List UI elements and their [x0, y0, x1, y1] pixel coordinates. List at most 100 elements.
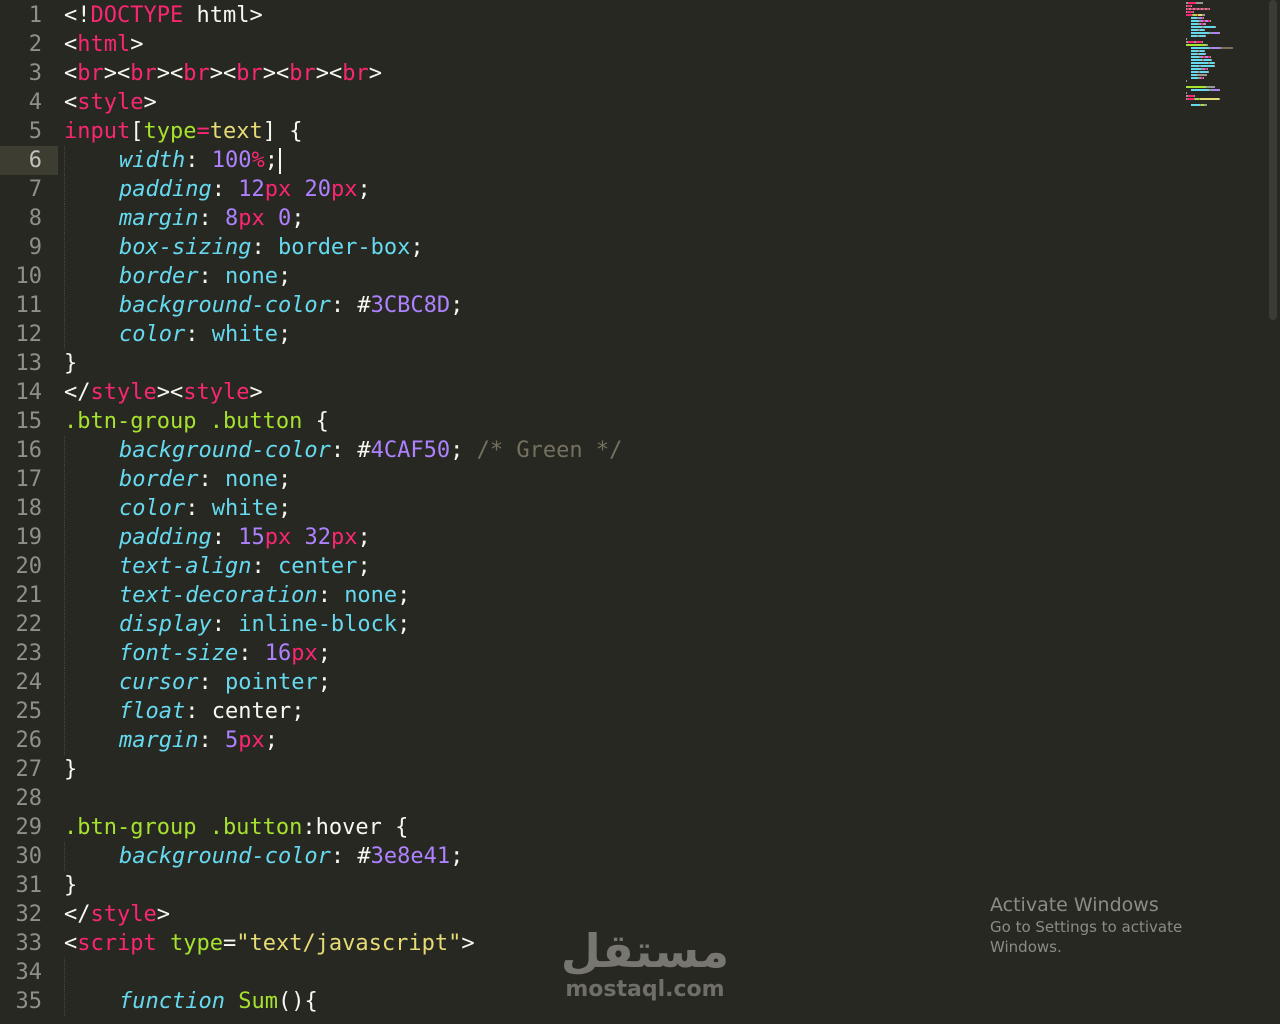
- code-line[interactable]: cursor: pointer;: [0, 668, 1180, 697]
- indent-guide: [64, 320, 65, 349]
- code-text[interactable]: background-color: #3CBC8D;: [119, 291, 463, 320]
- code-text[interactable]: border: none;: [119, 465, 291, 494]
- vertical-scrollbar[interactable]: [1266, 0, 1280, 1024]
- code-line[interactable]: display: inline-block;: [0, 610, 1180, 639]
- minimap[interactable]: [1186, 0, 1256, 170]
- indent-guide: [64, 465, 65, 494]
- code-text[interactable]: font-size: 16px;: [119, 639, 331, 668]
- code-text[interactable]: float: center;: [119, 697, 304, 726]
- code-line[interactable]: [0, 784, 1180, 813]
- code-line[interactable]: <html>: [0, 30, 1180, 59]
- code-text[interactable]: color: white;: [119, 494, 291, 523]
- mostaql-logo-latin: mostaql.com: [565, 977, 725, 1002]
- indent-guide: [64, 639, 65, 668]
- code-token: float: [119, 699, 186, 724]
- code-text[interactable]: border: none;: [119, 262, 291, 291]
- code-line[interactable]: margin: 8px 0;: [0, 204, 1180, 233]
- code-text[interactable]: function Sum(){: [119, 987, 318, 1016]
- code-text[interactable]: <style>: [64, 88, 157, 117]
- code-token: function: [119, 989, 225, 1014]
- code-line[interactable]: <br><br><br><br><br><br>: [0, 59, 1180, 88]
- code-line[interactable]: input[type=text] {: [0, 117, 1180, 146]
- minimap-line: [1191, 62, 1208, 64]
- code-line[interactable]: .btn-group .button {: [0, 407, 1180, 436]
- code-line[interactable]: </style><style>: [0, 378, 1180, 407]
- code-line[interactable]: }: [0, 755, 1180, 784]
- code-line[interactable]: <style>: [0, 88, 1180, 117]
- code-line[interactable]: background-color: #3CBC8D;: [0, 291, 1180, 320]
- indent-guide: [64, 581, 65, 610]
- code-line[interactable]: background-color: #3e8e41;: [0, 842, 1180, 871]
- minimap-line: [1200, 71, 1208, 73]
- code-text[interactable]: <br><br><br><br><br><br>: [64, 59, 382, 88]
- code-token: =: [196, 119, 210, 144]
- code-line[interactable]: <!DOCTYPE html>: [0, 1, 1180, 30]
- code-line[interactable]: text-align: center;: [0, 552, 1180, 581]
- code-text[interactable]: .btn-group .button {: [64, 407, 329, 436]
- code-token: ><: [315, 61, 343, 86]
- code-token: :: [211, 612, 239, 637]
- code-text[interactable]: text-align: center;: [119, 552, 371, 581]
- code-line[interactable]: text-decoration: none;: [0, 581, 1180, 610]
- code-text[interactable]: display: inline-block;: [119, 610, 410, 639]
- code-line[interactable]: border: none;: [0, 465, 1180, 494]
- indent-guide: [64, 494, 65, 523]
- code-token: br: [130, 61, 157, 86]
- code-line[interactable]: border: none;: [0, 262, 1180, 291]
- code-text[interactable]: <!DOCTYPE html>: [64, 1, 263, 30]
- code-line[interactable]: color: white;: [0, 320, 1180, 349]
- code-text[interactable]: width: 100%;: [119, 146, 281, 175]
- code-line[interactable]: padding: 15px 32px;: [0, 523, 1180, 552]
- code-text[interactable]: color: white;: [119, 320, 291, 349]
- code-text[interactable]: }: [64, 871, 77, 900]
- minimap-line: [1191, 89, 1209, 91]
- code-line[interactable]: box-sizing: border-box;: [0, 233, 1180, 262]
- mostaql-logo-arabic: مستقل: [560, 924, 730, 978]
- code-token: ;: [277, 467, 292, 492]
- code-text[interactable]: padding: 15px 32px;: [119, 523, 371, 552]
- code-text[interactable]: <script type="text/javascript">: [64, 929, 475, 958]
- code-token: 3CBC8D: [370, 293, 451, 318]
- code-text[interactable]: margin: 8px 0;: [119, 204, 304, 233]
- code-token: 12: [238, 177, 265, 202]
- code-token: ;: [357, 554, 371, 579]
- minimap-line: [1186, 92, 1187, 94]
- code-token: text: [209, 119, 263, 144]
- code-line[interactable]: margin: 5px;: [0, 726, 1180, 755]
- code-text[interactable]: }: [64, 755, 77, 784]
- code-editor[interactable]: 1 2 3 4 5 6 7 8 9 10 11 12 13 14 15 16 17 18 19 20 21 22 23 24 2…: [0, 0, 1280, 1024]
- code-line[interactable]: }: [0, 349, 1180, 378]
- code-line[interactable]: padding: 12px 20px;: [0, 175, 1180, 204]
- code-text[interactable]: background-color: #3e8e41;: [119, 842, 463, 871]
- code-text[interactable]: text-decoration: none;: [119, 581, 410, 610]
- code-token: box-sizing: [119, 235, 252, 260]
- code-text[interactable]: .btn-group .button:hover {: [64, 813, 408, 842]
- code-token: ;: [264, 148, 278, 173]
- code-token: :: [185, 699, 212, 724]
- indent-guide: [64, 291, 65, 320]
- code-line[interactable]: width: 100%;: [0, 146, 1180, 175]
- code-text[interactable]: background-color: #4CAF50; /* Green */: [119, 436, 622, 465]
- code-text[interactable]: box-sizing: border-box;: [119, 233, 424, 262]
- minimap-line: [1187, 98, 1194, 100]
- code-line[interactable]: color: white;: [0, 494, 1180, 523]
- code-text[interactable]: input[type=text] {: [64, 117, 302, 146]
- code-line[interactable]: font-size: 16px;: [0, 639, 1180, 668]
- code-text[interactable]: </style><style>: [64, 378, 263, 407]
- code-text[interactable]: cursor: pointer;: [119, 668, 331, 697]
- code-token: inline-block: [238, 612, 398, 637]
- code-line[interactable]: .btn-group .button:hover {: [0, 813, 1180, 842]
- code-token: br: [289, 61, 316, 86]
- code-token: DOCTYPE: [90, 3, 184, 28]
- code-text[interactable]: <html>: [64, 30, 143, 59]
- scrollbar-thumb[interactable]: [1269, 0, 1277, 320]
- code-text[interactable]: </style>: [64, 900, 170, 929]
- code-token: px: [291, 641, 318, 666]
- code-text[interactable]: }: [64, 349, 77, 378]
- code-line[interactable]: background-color: #4CAF50; /* Green */: [0, 436, 1180, 465]
- code-text[interactable]: margin: 5px;: [119, 726, 278, 755]
- indent-guide: [64, 610, 65, 639]
- code-line[interactable]: float: center;: [0, 697, 1180, 726]
- code-text[interactable]: padding: 12px 20px;: [119, 175, 371, 204]
- code-token: =: [222, 931, 237, 956]
